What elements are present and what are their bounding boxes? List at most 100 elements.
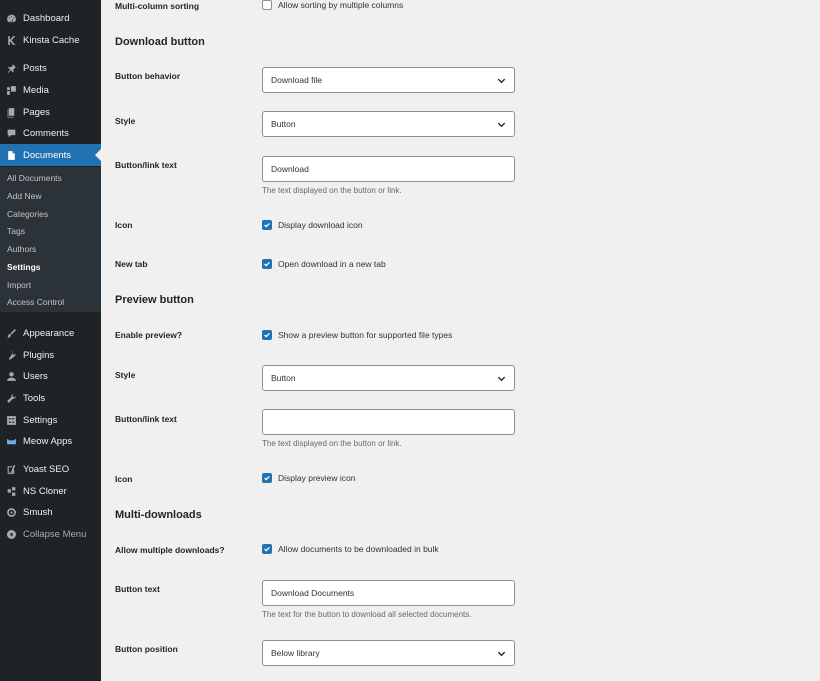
allow-multiple-checkbox-label: Allow documents to be downloaded in bulk bbox=[278, 544, 439, 554]
preview-style-select[interactable]: Button bbox=[262, 365, 515, 391]
documents-submenu: All Documents Add New Categories Tags Au… bbox=[0, 167, 101, 312]
button-position-select[interactable]: Below library bbox=[262, 640, 515, 666]
menu-media[interactable]: Media bbox=[0, 79, 101, 101]
enable-preview-label: Enable preview? bbox=[115, 330, 183, 340]
menu-pages[interactable]: Pages bbox=[0, 101, 101, 123]
download-text-input[interactable] bbox=[262, 156, 515, 182]
preview-section-title: Preview button bbox=[115, 294, 194, 306]
enable-preview-checkbox[interactable] bbox=[262, 330, 272, 340]
menu-yoast-seo[interactable]: Yoast SEO bbox=[0, 458, 101, 480]
menu-users[interactable]: Users bbox=[0, 365, 101, 387]
allow-multiple-option: Allow documents to be downloaded in bulk bbox=[262, 544, 439, 554]
chevron-down-icon bbox=[497, 376, 506, 382]
dashboard-icon bbox=[6, 13, 17, 24]
menu-comments[interactable]: Comments bbox=[0, 122, 101, 144]
menu-label: Collapse Menu bbox=[23, 528, 87, 540]
submenu-categories[interactable]: Categories bbox=[7, 209, 48, 219]
menu-dashboard[interactable]: Dashboard bbox=[0, 7, 101, 29]
new-tab-option: Open download in a new tab bbox=[262, 259, 386, 269]
menu-smush[interactable]: Smush bbox=[0, 501, 101, 523]
menu-label: Users bbox=[23, 370, 48, 382]
collapse-icon bbox=[7, 529, 16, 539]
menu-kinsta-cache[interactable]: Kinsta Cache bbox=[0, 29, 101, 51]
menu-label: Yoast SEO bbox=[23, 463, 70, 475]
comments-icon bbox=[6, 128, 17, 139]
allow-multiple-checkbox[interactable] bbox=[262, 544, 272, 554]
download-text-label: Button/link text bbox=[115, 160, 177, 170]
kinsta-icon bbox=[6, 35, 17, 46]
preview-text-label: Button/link text bbox=[115, 414, 177, 424]
download-icon-checkbox-label: Display download icon bbox=[278, 220, 363, 230]
menu-label: Plugins bbox=[23, 349, 55, 361]
menu-label: Comments bbox=[23, 127, 69, 139]
checkmark-icon bbox=[264, 332, 270, 338]
submenu-settings[interactable]: Settings bbox=[7, 262, 41, 272]
select-value: Download file bbox=[271, 75, 323, 85]
menu-label: Posts bbox=[23, 62, 47, 74]
submenu-import[interactable]: Import bbox=[7, 280, 31, 290]
pages-icon bbox=[6, 107, 17, 118]
checkmark-icon bbox=[264, 222, 270, 228]
pin-icon bbox=[6, 63, 17, 74]
preview-icon-label: Icon bbox=[115, 474, 133, 484]
menu-label: Meow Apps bbox=[23, 435, 73, 447]
select-value: Button bbox=[271, 119, 296, 129]
menu-label: Dashboard bbox=[23, 12, 70, 24]
new-tab-checkbox[interactable] bbox=[262, 259, 272, 269]
menu-ns-cloner[interactable]: NS Cloner bbox=[0, 480, 101, 502]
collapse-menu-button[interactable]: Collapse Menu bbox=[0, 523, 101, 545]
menu-meow-apps[interactable]: Meow Apps bbox=[0, 430, 101, 452]
multi-column-checkbox[interactable] bbox=[262, 0, 272, 10]
preview-icon-checkbox[interactable] bbox=[262, 473, 272, 483]
menu-label: Kinsta Cache bbox=[23, 34, 80, 46]
menu-label: Smush bbox=[23, 506, 53, 518]
menu-tools[interactable]: Tools bbox=[0, 387, 101, 409]
checkmark-icon bbox=[264, 475, 270, 481]
menu-posts[interactable]: Posts bbox=[0, 57, 101, 79]
download-style-select[interactable]: Button bbox=[262, 111, 515, 137]
admin-sidebar: Dashboard Kinsta Cache Posts Media Pages… bbox=[0, 0, 101, 681]
preview-style-label: Style bbox=[115, 370, 136, 380]
download-icon-label: Icon bbox=[115, 220, 133, 230]
multi-column-label: Multi-column sorting bbox=[115, 1, 200, 11]
brush-icon bbox=[6, 328, 17, 339]
multi-column-option: Allow sorting by multiple columns bbox=[262, 0, 403, 10]
button-text-input[interactable] bbox=[262, 580, 515, 606]
document-icon bbox=[6, 150, 17, 161]
button-text-label: Button text bbox=[115, 584, 160, 594]
multi-column-checkbox-label: Allow sorting by multiple columns bbox=[278, 0, 404, 10]
submenu-add-new[interactable]: Add New bbox=[7, 191, 42, 201]
submenu-all-documents[interactable]: All Documents bbox=[7, 173, 62, 183]
download-style-label: Style bbox=[115, 116, 136, 126]
enable-preview-option: Show a preview button for supported file… bbox=[262, 330, 452, 340]
download-icon-checkbox[interactable] bbox=[262, 220, 272, 230]
download-section-title: Download button bbox=[115, 36, 205, 48]
button-text-description: The text for the button to download all … bbox=[262, 610, 472, 619]
menu-appearance[interactable]: Appearance bbox=[0, 322, 101, 344]
checkmark-icon bbox=[264, 261, 270, 267]
submenu-authors[interactable]: Authors bbox=[7, 244, 36, 254]
chevron-down-icon bbox=[497, 651, 506, 657]
chevron-down-icon bbox=[497, 122, 506, 128]
cloner-icon bbox=[6, 486, 17, 497]
menu-settings[interactable]: Settings bbox=[0, 409, 101, 431]
yoast-icon bbox=[6, 464, 17, 475]
button-behavior-select[interactable]: Download file bbox=[262, 67, 515, 93]
settings-icon bbox=[6, 415, 17, 426]
menu-label: Appearance bbox=[23, 327, 75, 339]
preview-text-description: The text displayed on the button or link… bbox=[262, 439, 402, 448]
preview-icon-option: Display preview icon bbox=[262, 473, 355, 483]
users-icon bbox=[6, 371, 17, 382]
submenu-tags[interactable]: Tags bbox=[7, 226, 25, 236]
button-behavior-label: Button behavior bbox=[115, 71, 181, 81]
menu-plugins[interactable]: Plugins bbox=[0, 344, 101, 366]
menu-documents[interactable]: Documents bbox=[0, 144, 101, 166]
multi-downloads-section-title: Multi-downloads bbox=[115, 509, 202, 521]
meow-icon bbox=[6, 436, 17, 447]
preview-text-input[interactable] bbox=[262, 409, 515, 435]
submenu-access-control[interactable]: Access Control bbox=[7, 297, 64, 307]
menu-label: Media bbox=[23, 84, 49, 96]
download-icon-option: Display download icon bbox=[262, 220, 363, 230]
preview-icon-checkbox-label: Display preview icon bbox=[278, 473, 356, 483]
select-value: Button bbox=[271, 373, 296, 383]
